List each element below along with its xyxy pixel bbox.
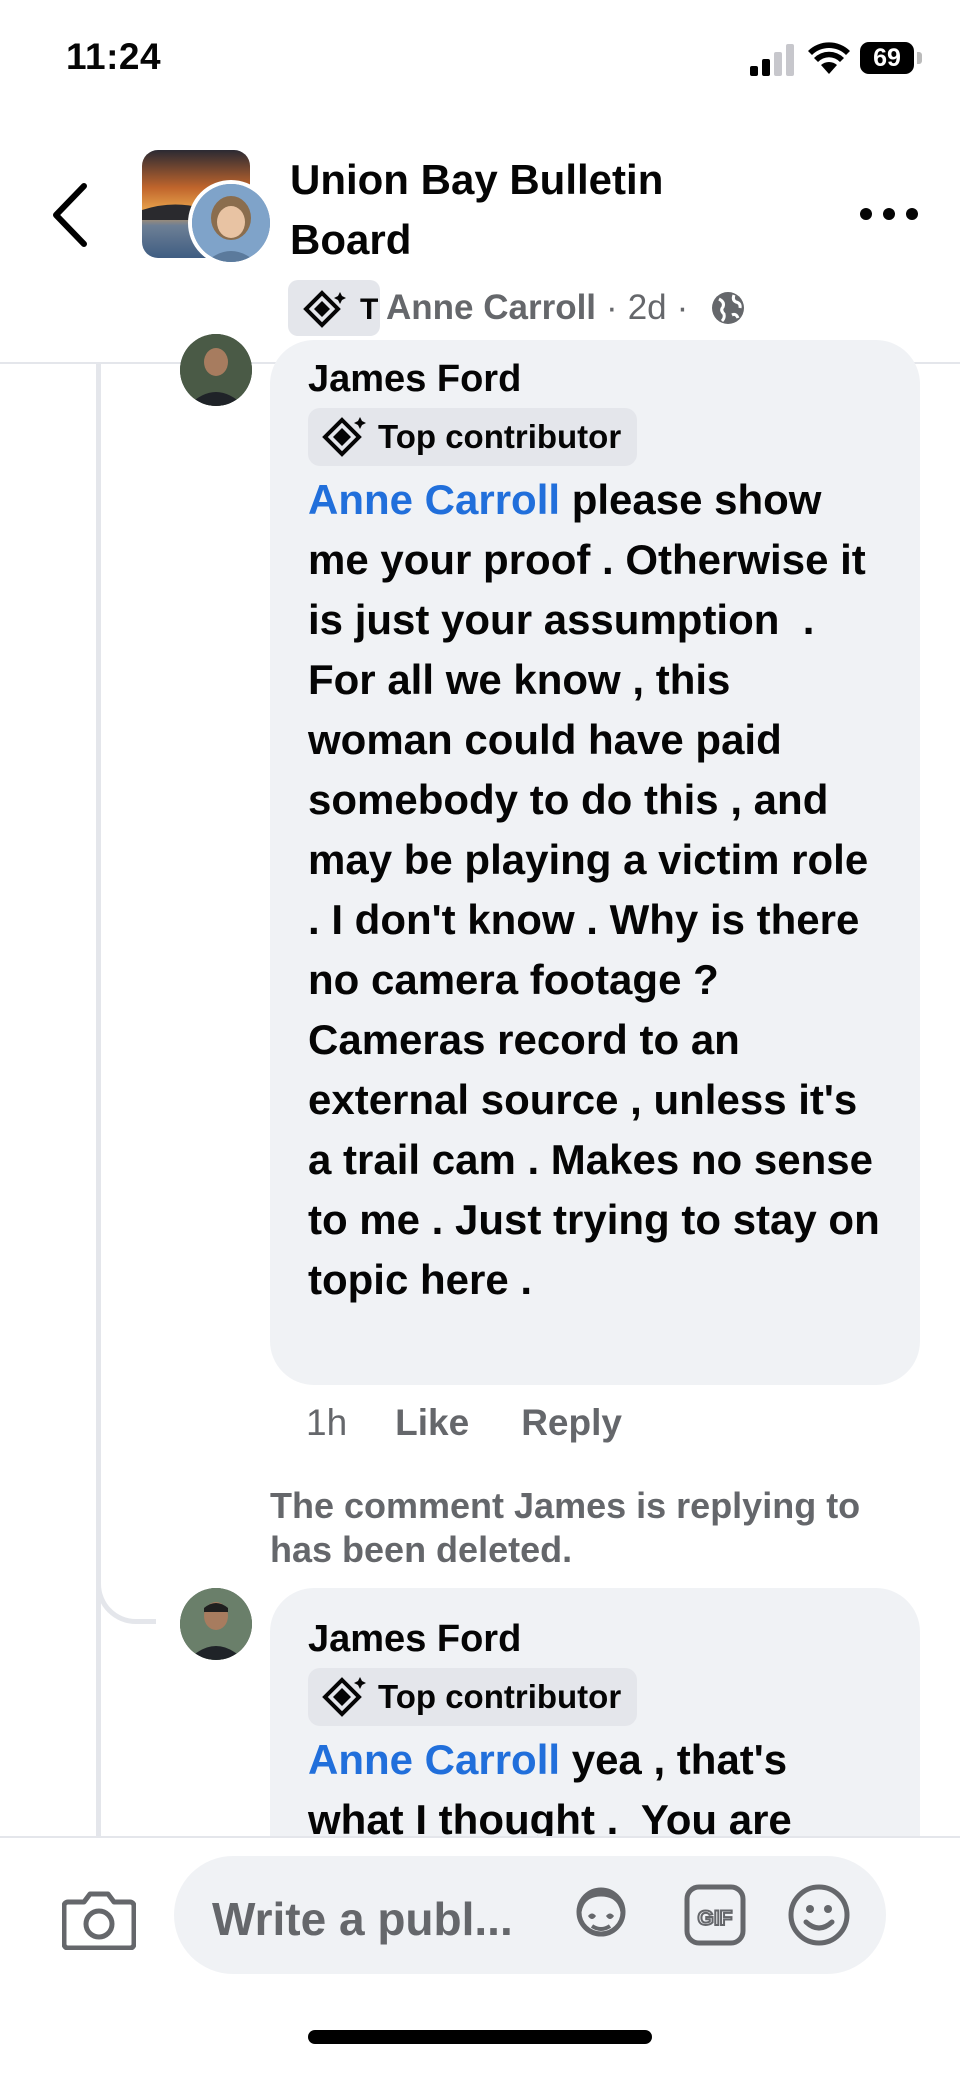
reply-button[interactable]: Reply (521, 1402, 622, 1444)
group-name[interactable]: Union Bay Bulletin Board (290, 150, 770, 270)
deleted-comment-notice: The comment James is replying to has bee… (270, 1485, 861, 1570)
top-contributor-icon (322, 417, 366, 457)
commenter-avatar[interactable] (180, 334, 252, 406)
svg-text:GIF: GIF (698, 1907, 733, 1930)
separator: · (606, 288, 618, 327)
emoji-icon[interactable] (786, 1882, 852, 1948)
author-avatar[interactable] (188, 180, 274, 266)
comment-text: Anne Carroll please show me your proof .… (308, 470, 882, 1310)
badge-label: Top contributor (378, 418, 622, 455)
comment-composer: Write a publ... GIF (0, 1836, 960, 2081)
globe-icon (712, 292, 745, 324)
status-bar: 11:24 69 (0, 0, 960, 110)
top-contributor-badge: Top contributor (308, 408, 638, 466)
top-contributor-badge: Top contributor (308, 1668, 638, 1726)
wifi-icon (808, 42, 850, 74)
camera-icon[interactable] (62, 1888, 136, 1950)
badge-letter: T (360, 293, 379, 326)
cellular-signal-icon (750, 44, 794, 76)
like-button[interactable]: Like (395, 1402, 469, 1444)
thread-connector (96, 1560, 156, 1624)
comment-author[interactable]: James Ford (308, 352, 882, 406)
mention-link[interactable]: Anne Carroll (308, 1736, 560, 1783)
separator: · (676, 288, 689, 327)
comment-text: Anne Carroll yea , that's what I thought… (308, 1730, 882, 1850)
back-chevron-icon[interactable] (48, 180, 96, 250)
post-header: Union Bay Bulletin Board T Anne Carroll … (0, 110, 960, 364)
commenter-avatar[interactable] (180, 1588, 252, 1660)
home-indicator[interactable] (308, 2030, 652, 2044)
gif-icon[interactable]: GIF (682, 1882, 748, 1948)
comment-author[interactable]: James Ford (308, 1612, 882, 1666)
post-author[interactable]: Anne Carroll (386, 288, 596, 328)
post-meta: T Anne Carroll · 2d · (288, 280, 746, 336)
comment-input[interactable]: Write a publ... GIF (174, 1856, 886, 1974)
status-time: 11:24 (66, 36, 162, 77)
thread-line (96, 362, 101, 1837)
comment-bubble: James Ford Top contributor Anne Carroll … (270, 340, 920, 1385)
comment-timestamp[interactable]: 1h (306, 1402, 347, 1444)
comment-body: please show me your proof . Otherwise it… (308, 476, 892, 1303)
battery-icon: 69 (860, 42, 924, 74)
comment-input-placeholder: Write a publ... (212, 1893, 513, 1945)
top-contributor-icon (303, 290, 346, 328)
comment-actions: 1h Like Reply (306, 1398, 622, 1448)
top-contributor-icon (322, 1677, 366, 1717)
avatar-sticker-icon[interactable] (568, 1882, 634, 1948)
more-icon[interactable] (858, 204, 920, 224)
battery-level: 69 (873, 44, 901, 72)
mention-link[interactable]: Anne Carroll (308, 476, 560, 523)
post-age[interactable]: 2d (628, 288, 667, 328)
badge-label: Top contributor (378, 1678, 622, 1715)
author-badge: T (288, 280, 380, 336)
